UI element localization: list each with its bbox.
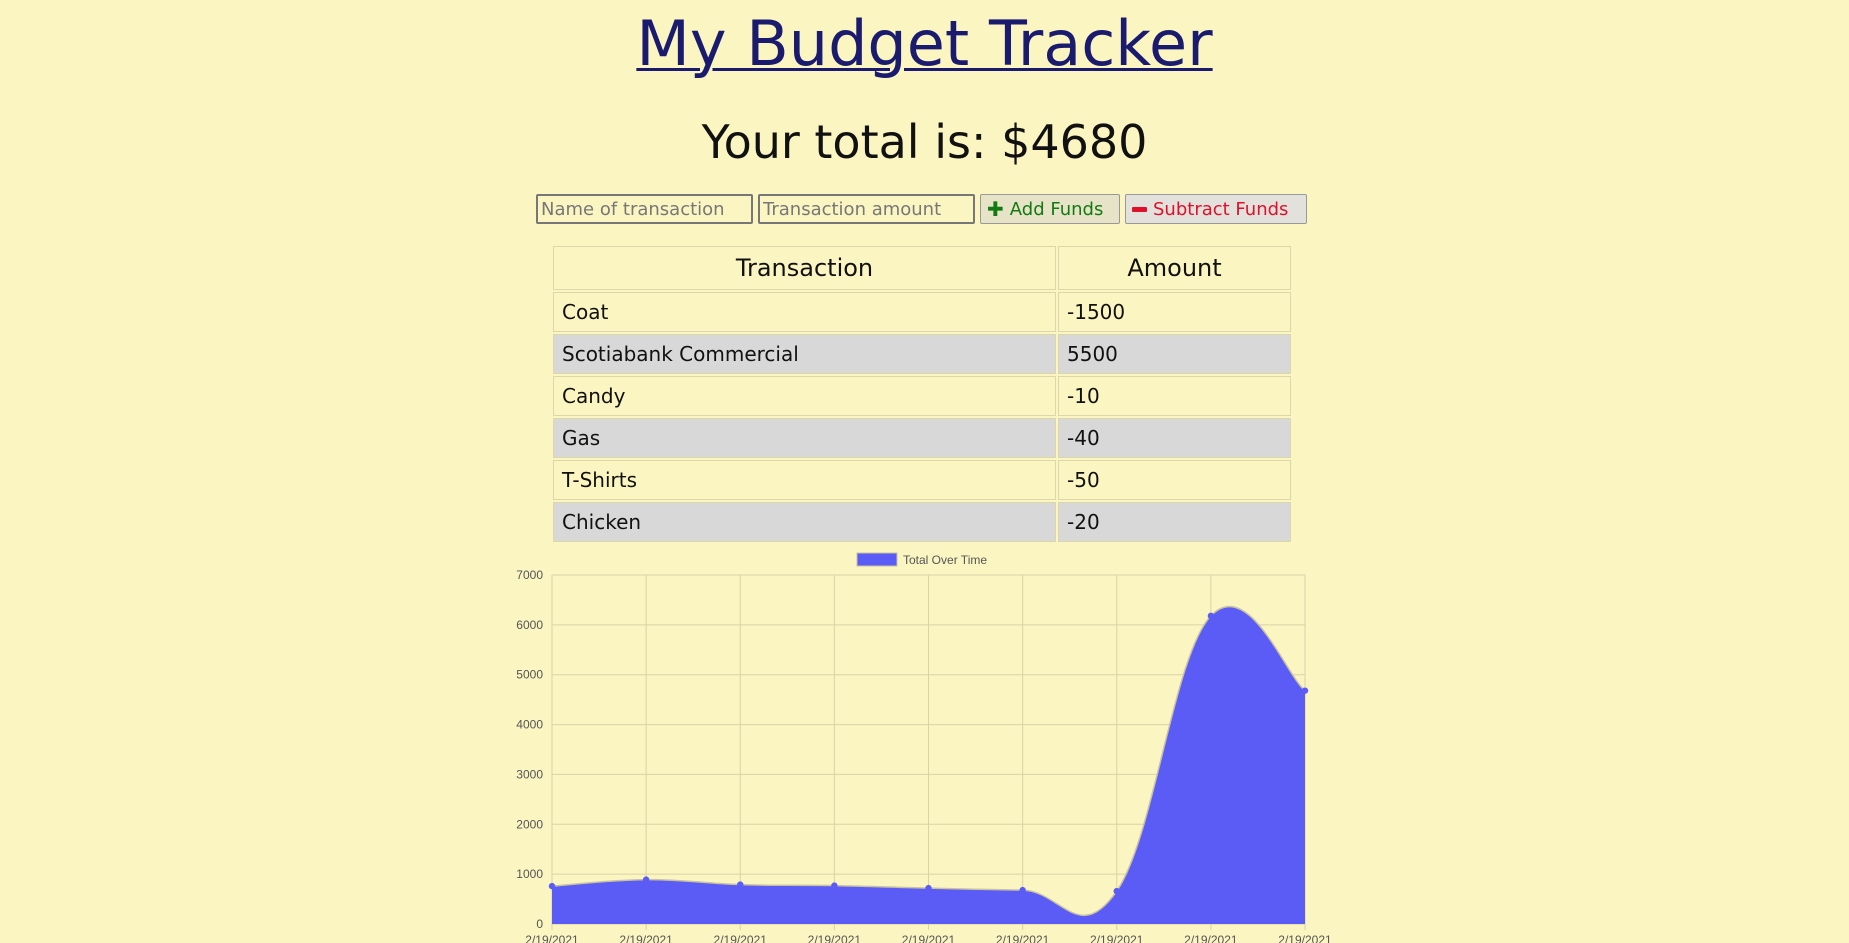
transaction-amount-cell: -40	[1058, 418, 1291, 458]
plus-icon: ✚	[987, 197, 1004, 221]
y-tick-label: 5000	[516, 668, 543, 682]
x-tick-label: 2/19/2021	[996, 933, 1050, 943]
data-point	[1019, 886, 1026, 894]
data-point	[1113, 887, 1120, 895]
y-tick-label: 4000	[516, 718, 543, 732]
budget-tracker-app: My Budget Tracker Your total is: $4680 ✚…	[0, 0, 1849, 943]
data-point	[925, 884, 932, 892]
transaction-amount-cell: -1500	[1058, 292, 1291, 332]
x-tick-label: 2/19/2021	[1090, 933, 1144, 943]
header-transaction: Transaction	[553, 246, 1056, 290]
minus-icon	[1132, 206, 1147, 212]
title-link[interactable]: My Budget Tracker	[636, 7, 1212, 80]
transaction-amount-cell: -10	[1058, 376, 1291, 416]
transaction-form: ✚ Add Funds Subtract Funds	[536, 194, 1307, 224]
y-tick-label: 1000	[516, 867, 543, 881]
data-point	[831, 882, 838, 889]
transaction-name-cell: Candy	[553, 376, 1056, 416]
data-point	[737, 881, 744, 888]
add-funds-label: Add Funds	[1009, 198, 1104, 220]
total-display: Your total is: $4680	[701, 115, 1148, 169]
transaction-name-input[interactable]	[536, 194, 753, 224]
x-tick-label: 2/19/2021	[1184, 933, 1238, 943]
transactions-table: Transaction Amount Coat -1500 Scotiabank…	[551, 244, 1293, 544]
x-tick-label: 2/19/2021	[1278, 933, 1332, 943]
transaction-name-cell: T-Shirts	[553, 460, 1056, 500]
chart-canvas: 0 1000 2000 3000 4000 5000 6000 7000 2/19/2021 2/…	[516, 552, 1332, 943]
y-tick-label: 6000	[516, 618, 543, 632]
subtract-funds-label: Subtract Funds	[1153, 198, 1289, 220]
transaction-name-cell: Coat	[553, 292, 1056, 332]
header-amount: Amount	[1058, 246, 1291, 290]
y-tick-label: 7000	[516, 568, 543, 582]
table-row: Candy -10	[553, 376, 1291, 416]
transaction-name-cell: Gas	[553, 418, 1056, 458]
x-tick-label: 2/19/2021	[619, 933, 673, 943]
x-tick-label: 2/19/2021	[525, 933, 579, 943]
y-tick-label: 2000	[516, 817, 543, 831]
add-funds-button[interactable]: ✚ Add Funds	[980, 194, 1120, 224]
subtract-funds-button[interactable]: Subtract Funds	[1125, 194, 1307, 224]
transaction-amount-input[interactable]	[758, 194, 975, 224]
total-over-time-chart: 0 1000 2000 3000 4000 5000 6000 7000 2/19/2021 2/…	[500, 548, 1350, 943]
data-point	[548, 882, 556, 890]
table-row: Scotiabank Commercial 5500	[553, 334, 1291, 374]
legend-swatch	[856, 552, 898, 567]
data-point	[1207, 612, 1215, 620]
table-row: Gas -40	[553, 418, 1291, 458]
data-point	[1301, 687, 1309, 694]
y-tick-label: 0	[536, 917, 543, 931]
y-tick-label: 3000	[516, 767, 543, 781]
table-row: Coat -1500	[553, 292, 1291, 332]
data-point	[642, 876, 650, 883]
legend-label: Total Over Time	[903, 553, 987, 567]
table-row: T-Shirts -50	[553, 460, 1291, 500]
table-header-row: Transaction Amount	[553, 246, 1291, 290]
x-tick-label: 2/19/2021	[808, 933, 862, 943]
transaction-name-cell: Scotiabank Commercial	[553, 334, 1056, 374]
transaction-amount-cell: 5500	[1058, 334, 1291, 374]
page-title: My Budget Tracker	[0, 2, 1849, 86]
x-tick-label: 2/19/2021	[902, 933, 956, 943]
table-row: Chicken -20	[553, 502, 1291, 542]
x-tick-label: 2/19/2021	[714, 933, 768, 943]
transaction-name-cell: Chicken	[553, 502, 1056, 542]
transaction-amount-cell: -50	[1058, 460, 1291, 500]
transaction-amount-cell: -20	[1058, 502, 1291, 542]
transactions-table-container[interactable]: Transaction Amount Coat -1500 Scotiabank…	[551, 244, 1293, 544]
